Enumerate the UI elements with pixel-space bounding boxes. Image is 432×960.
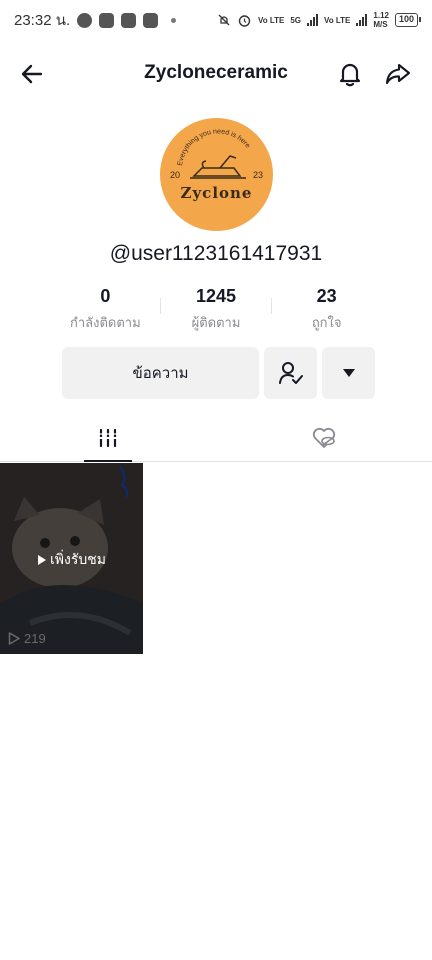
view-count: 219 [8, 631, 46, 646]
avatar-arc-text: Everything you need is here [177, 128, 251, 166]
status-time: 23:32 น. [14, 12, 71, 29]
stat-value: 23 [316, 286, 337, 306]
share-button[interactable] [382, 58, 414, 90]
hand-plane-icon [190, 155, 246, 179]
video-thumbnail[interactable]: เพิ่งรับชม 219 [0, 463, 143, 654]
heart-hidden-icon [312, 427, 336, 448]
tab-liked[interactable] [292, 414, 356, 461]
content-tabs [0, 414, 432, 462]
active-tab-indicator [84, 460, 132, 462]
status-bar: 23:32 น. Vo LTE 5G Vo LTE 1.12 M/S 100 [0, 0, 432, 40]
play-outline-icon [8, 632, 20, 645]
stat-following[interactable]: 0 กำลังติดตาม [50, 284, 161, 336]
tab-videos[interactable] [76, 414, 140, 462]
app-notification-icon [143, 12, 159, 28]
network-label-2: 5G [290, 15, 302, 25]
network-label-3: Vo LTE [324, 15, 351, 25]
caret-down-icon [342, 369, 355, 377]
app-notification-icon [99, 12, 115, 28]
bell-icon [339, 63, 361, 87]
share-icon [385, 63, 411, 85]
recently-viewed-badge: เพิ่งรับชม [0, 549, 143, 571]
profile-header: Zycloneceramic [0, 52, 432, 96]
view-count-value: 219 [24, 631, 46, 646]
grid-bars-icon [98, 428, 118, 447]
avatar-year-left: 20 [170, 170, 181, 180]
stat-label: กำลังติดตาม [69, 316, 141, 331]
stat-value: 1245 [195, 286, 237, 306]
page-title: Zycloneceramic [144, 62, 288, 83]
following-button[interactable] [264, 347, 317, 399]
stat-label: ผู้ติดตาม [191, 316, 241, 331]
badge-label: เพิ่งรับชม [50, 552, 106, 568]
messenger-icon [77, 12, 93, 28]
signal-icon [307, 14, 319, 26]
more-options-button[interactable] [322, 347, 375, 399]
message-button[interactable]: ข้อความ [62, 347, 259, 399]
stat-followers[interactable]: 1245 ผู้ติดตาม [161, 284, 272, 336]
profile-stats: 0 กำลังติดตาม 1245 ผู้ติดตาม 23 ถูกใจ [50, 284, 382, 336]
play-icon [38, 555, 46, 565]
net-speed: 1.12 M/S [373, 11, 389, 29]
username: @user1123161417931 [109, 242, 323, 265]
mute-icon [218, 14, 230, 26]
battery-icon: 100 [394, 13, 422, 27]
svg-text:Everything you need is here: Everything you need is here [177, 128, 251, 166]
more-notifications-icon [171, 17, 177, 23]
user-check-icon [278, 362, 303, 384]
notifications-button[interactable] [334, 58, 366, 90]
avatar[interactable]: Everything you need is here 20 23 Zyclon… [160, 118, 273, 231]
stat-value: 0 [100, 286, 111, 306]
alarm-icon [238, 14, 251, 27]
network-label-1: Vo LTE [257, 15, 285, 25]
line-icon [121, 12, 137, 28]
avatar-year-right: 23 [252, 170, 263, 180]
avatar-brand: Zyclone [180, 184, 253, 202]
stat-likes[interactable]: 23 ถูกใจ [271, 284, 382, 336]
stat-label: ถูกใจ [311, 316, 342, 331]
signal-icon [356, 14, 368, 26]
